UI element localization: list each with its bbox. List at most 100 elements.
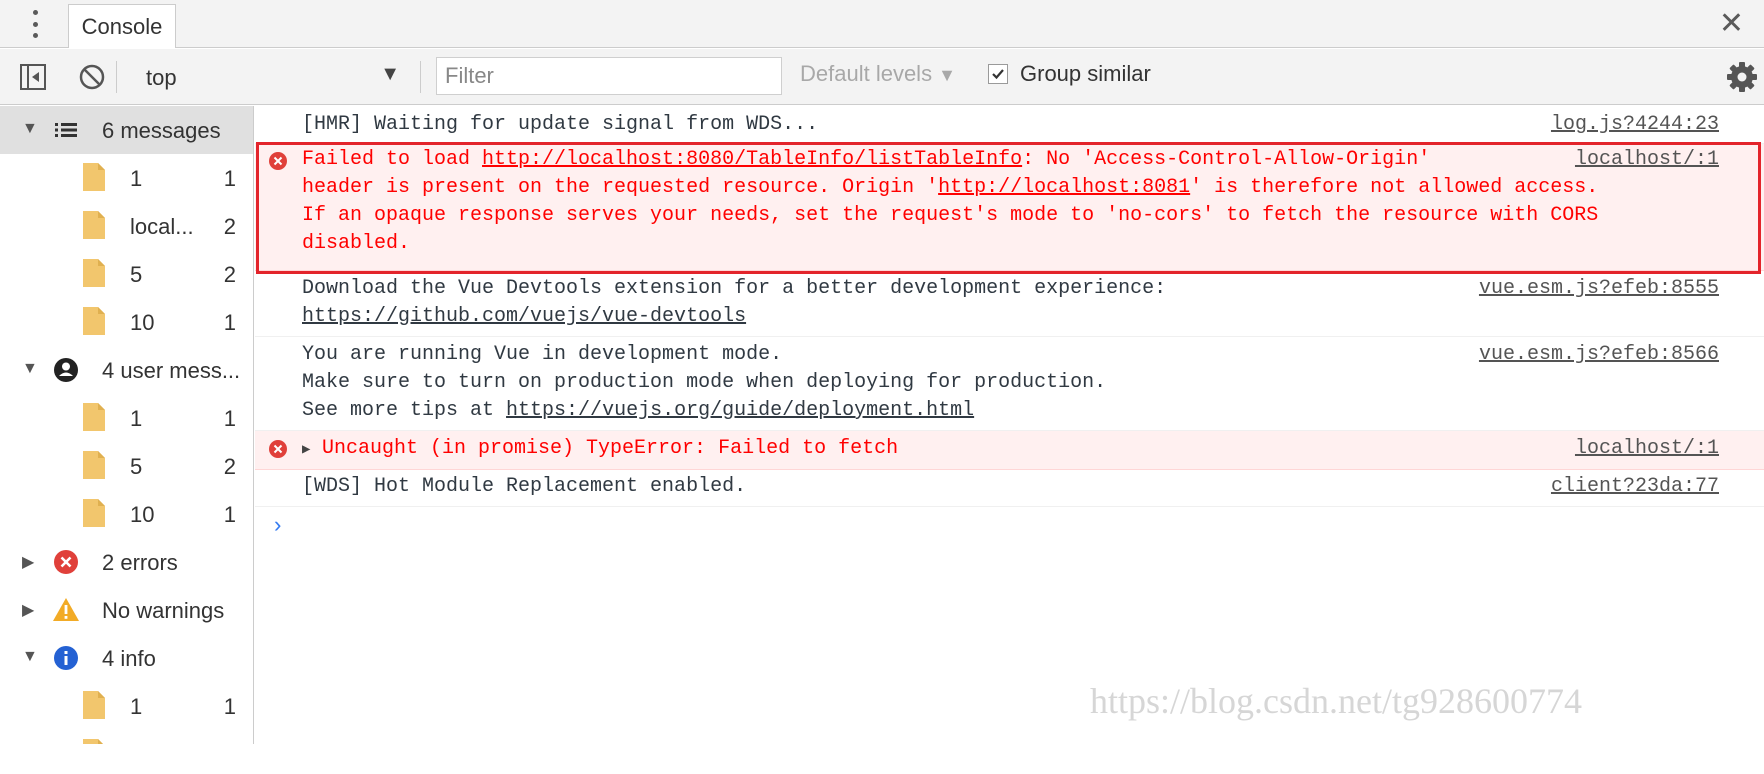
tab-console[interactable]: Console bbox=[68, 4, 176, 48]
sidebar-item-user-messages[interactable]: ▼ 4 user mess... bbox=[0, 346, 253, 394]
more-menu-icon[interactable] bbox=[26, 8, 44, 40]
console-message: Download the Vue Devtools extension for … bbox=[255, 271, 1764, 337]
sidebar-item-warnings[interactable]: ▶ No warnings bbox=[0, 586, 253, 634]
message-segment: Failed to load bbox=[302, 148, 483, 171]
console-message: You are running Vue in development mode.… bbox=[255, 337, 1764, 431]
sidebar-label: 2 errors bbox=[102, 550, 178, 575]
file-icon bbox=[83, 451, 105, 479]
triangle-down-icon: ▼ bbox=[22, 648, 38, 665]
group-similar-label: Group similar bbox=[1020, 61, 1151, 86]
sidebar-source-label: 5 bbox=[130, 262, 143, 287]
log-levels-label: Default levels bbox=[800, 61, 933, 86]
message-text: See more tips at https://vuejs.org/guide… bbox=[302, 397, 974, 425]
sidebar-label: 4 user mess... bbox=[102, 358, 241, 383]
sidebar-source-count: 1 bbox=[223, 310, 236, 335]
sidebar-source-label: 1 bbox=[130, 694, 143, 719]
file-icon bbox=[83, 403, 105, 431]
chevron-down-icon: ▼ bbox=[380, 63, 400, 85]
list-icon bbox=[55, 123, 77, 137]
sidebar-source-item[interactable]: local... 2 bbox=[0, 202, 253, 250]
triangle-right-icon: ▶ bbox=[22, 602, 35, 619]
message-source-link[interactable]: localhost/:1 bbox=[1575, 146, 1719, 174]
sidebar-source-label: 1 bbox=[130, 166, 143, 191]
console-error-message: ▶ Uncaught (in promise) TypeError: Faile… bbox=[255, 431, 1764, 470]
tab-bar: Console ✕ bbox=[0, 0, 1764, 48]
message-source-link[interactable]: log.js?4244:23 bbox=[1551, 111, 1719, 139]
message-origin-link[interactable]: http://localhost:8081 bbox=[938, 176, 1190, 199]
error-icon bbox=[269, 440, 287, 458]
filter-input[interactable] bbox=[436, 57, 782, 95]
toolbar-divider bbox=[116, 61, 117, 93]
sidebar-source-count: 1 bbox=[223, 166, 236, 191]
gear-icon[interactable] bbox=[1726, 61, 1758, 93]
sidebar-label: No warnings bbox=[102, 598, 225, 623]
sidebar-item-info[interactable]: ▼ 4 info bbox=[0, 634, 253, 682]
sidebar-source-item[interactable]: 10 1 bbox=[0, 298, 253, 346]
message-text: Failed to load http://localhost:8080/Tab… bbox=[302, 146, 1430, 174]
context-label: top bbox=[146, 65, 177, 90]
message-text: You are running Vue in development mode. bbox=[302, 343, 783, 366]
message-url-link[interactable]: https://github.com/vuejs/vue-devtools bbox=[302, 305, 746, 328]
log-levels-dropdown[interactable]: Default levels ▼ bbox=[800, 61, 956, 87]
file-icon bbox=[83, 307, 105, 335]
message-segment: header is present on the requested resou… bbox=[302, 176, 939, 199]
message-source-link[interactable]: client?23da:77 bbox=[1551, 473, 1719, 501]
checkmark-icon bbox=[992, 69, 1004, 80]
console-toolbar: top ▼ Default levels▼ Group similar bbox=[0, 49, 1764, 105]
message-text: [WDS] Hot Module Replacement enabled. bbox=[302, 475, 747, 498]
message-text: header is present on the requested resou… bbox=[302, 174, 1598, 202]
sidebar-source-count: 1 bbox=[223, 502, 236, 527]
console-prompt-icon: › bbox=[271, 514, 285, 539]
message-segment: : No 'Access-Control-Allow-Origin' bbox=[1022, 148, 1431, 171]
message-text: If an opaque response serves your needs,… bbox=[302, 204, 1599, 227]
context-selector[interactable]: top ▼ bbox=[134, 59, 404, 95]
message-text: Make sure to turn on production mode whe… bbox=[302, 371, 1107, 394]
close-icon[interactable]: ✕ bbox=[1719, 6, 1744, 42]
triangle-down-icon: ▼ bbox=[22, 360, 38, 377]
message-source-link[interactable]: vue.esm.js?efeb:8555 bbox=[1479, 275, 1719, 303]
console-messages: [HMR] Waiting for update signal from WDS… bbox=[255, 106, 1764, 774]
message-url-link[interactable]: http://localhost:8080/TableInfo/listTabl… bbox=[482, 148, 1022, 171]
message-segment: ' is therefore not allowed access. bbox=[1190, 176, 1599, 199]
message-text: [HMR] Waiting for update signal from WDS… bbox=[302, 113, 819, 136]
sidebar-label: 4 info bbox=[102, 646, 156, 671]
file-icon bbox=[83, 499, 105, 527]
expand-triangle-icon[interactable]: ▶ bbox=[302, 441, 310, 458]
file-icon bbox=[83, 739, 103, 744]
file-icon bbox=[83, 259, 105, 287]
console-sidebar: ▼ 6 messages 1 1 local... 2 5 2 10 1 ▼ 4… bbox=[0, 106, 254, 744]
message-source-link[interactable]: localhost/:1 bbox=[1575, 435, 1719, 463]
message-segment: See more tips at bbox=[302, 399, 507, 422]
sidebar-source-count: 2 bbox=[223, 454, 236, 479]
message-text: Download the Vue Devtools extension for … bbox=[302, 277, 1167, 300]
error-icon bbox=[269, 152, 287, 170]
sidebar-source-count: 1 bbox=[223, 406, 236, 431]
sidebar-source-label: 1 bbox=[130, 406, 143, 431]
message-source-link[interactable]: vue.esm.js?efeb:8566 bbox=[1479, 341, 1719, 369]
toggle-sidebar-icon[interactable] bbox=[20, 64, 46, 90]
sidebar-source-item[interactable]: 1 1 bbox=[0, 394, 253, 442]
clear-console-icon[interactable] bbox=[78, 63, 106, 91]
sidebar-source-item[interactable] bbox=[0, 730, 253, 744]
sidebar-source-item[interactable]: 1 1 bbox=[0, 682, 253, 730]
sidebar-source-count: 2 bbox=[223, 262, 236, 287]
sidebar-source-item[interactable]: 1 1 bbox=[0, 154, 253, 202]
file-icon bbox=[83, 211, 105, 239]
message-url-link[interactable]: https://vuejs.org/guide/deployment.html bbox=[506, 399, 974, 422]
error-icon bbox=[54, 550, 78, 574]
sidebar-source-item[interactable]: 5 2 bbox=[0, 250, 253, 298]
sidebar-source-count: 2 bbox=[223, 214, 236, 239]
sidebar-source-item[interactable]: 5 2 bbox=[0, 442, 253, 490]
triangle-right-icon: ▶ bbox=[22, 554, 35, 571]
group-similar-toggle[interactable]: Group similar bbox=[988, 61, 1151, 87]
sidebar-item-errors[interactable]: ▶ 2 errors bbox=[0, 538, 253, 586]
sidebar-source-label: 10 bbox=[130, 502, 155, 527]
console-error-message: Failed to load http://localhost:8080/Tab… bbox=[255, 144, 1764, 271]
triangle-down-icon: ▼ bbox=[22, 120, 38, 137]
sidebar-source-item[interactable]: 10 1 bbox=[0, 490, 253, 538]
file-icon bbox=[83, 691, 105, 719]
sidebar-item-messages[interactable]: ▼ 6 messages bbox=[0, 106, 253, 154]
group-similar-checkbox[interactable] bbox=[988, 64, 1008, 84]
info-icon bbox=[54, 646, 78, 670]
console-input[interactable] bbox=[299, 510, 1739, 542]
